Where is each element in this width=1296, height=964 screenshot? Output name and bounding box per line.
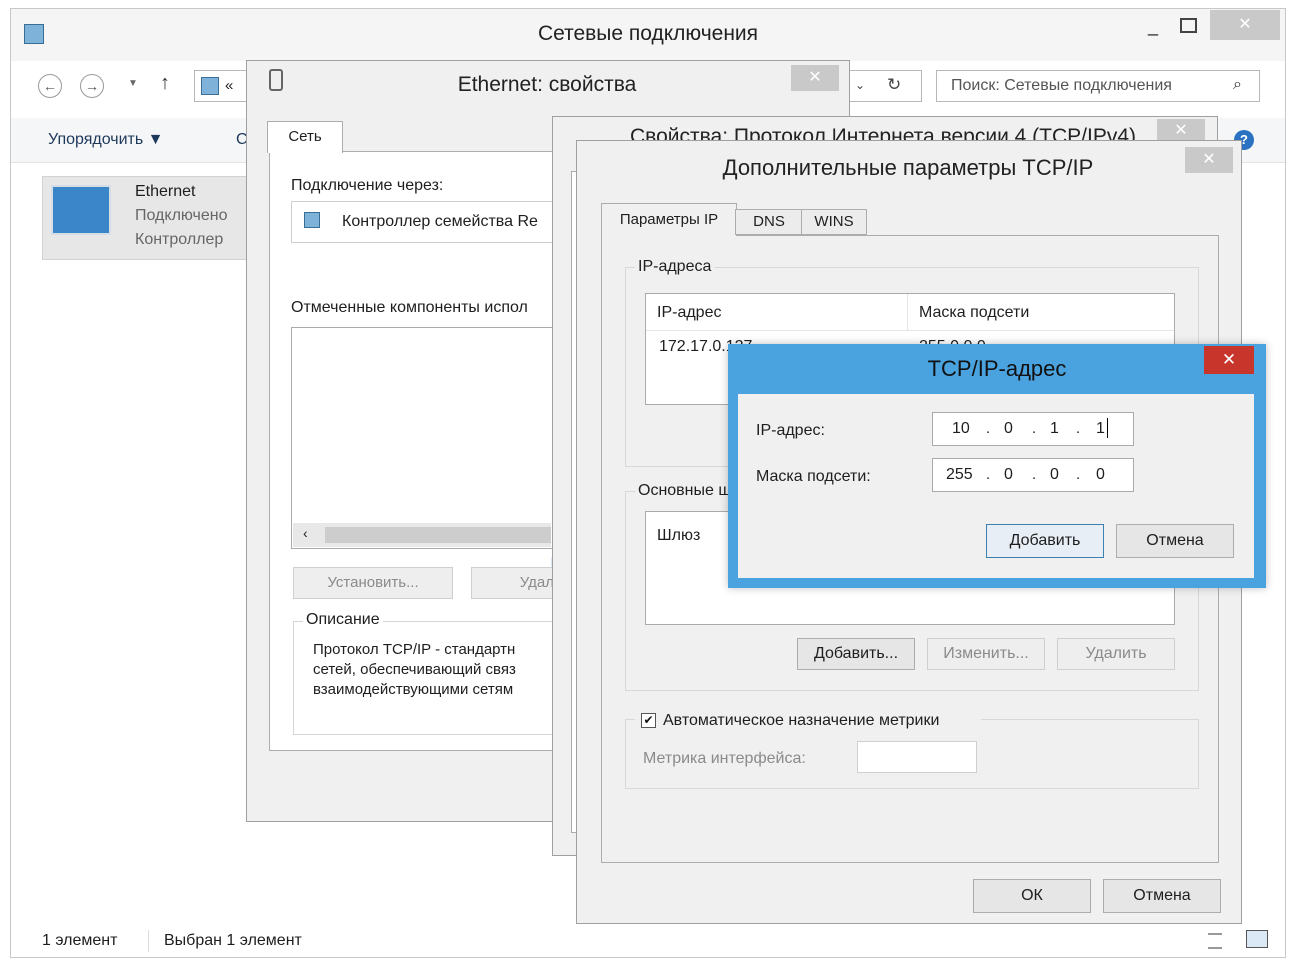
description-line-2: сетей, обеспечивающий связ [313,661,516,678]
description-group [293,621,555,735]
status-selected: Выбран 1 элемент [164,932,302,949]
col-gateway[interactable]: Шлюз [657,527,700,545]
ip-dot-3: . [1076,420,1081,437]
description-line-3: взаимодействующими сетям [313,681,514,698]
tcpip-address-dialog: TCP/IP-адрес ✕ IP-адрес: 10 . 0 . 1 . 1 … [728,344,1266,588]
col-ip-address[interactable]: IP-адрес [657,304,721,322]
metric-input[interactable] [857,741,977,773]
gateway-add-button[interactable]: Добавить... [797,638,915,670]
tcpip-dialog-body: IP-адрес: 10 . 0 . 1 . 1 Маска подсети: … [738,394,1254,578]
back-button[interactable]: ← [38,74,62,98]
ethernet-item[interactable]: Ethernet Подключено Контроллер [42,176,248,260]
description-line-1: Протокол TCP/IP - стандартн [313,641,516,658]
gateway-delete-button[interactable]: Удалить [1057,638,1175,670]
mask-dot-2: . [1032,466,1037,483]
search-input[interactable]: Поиск: Сетевые подключения ⌕ [936,70,1260,102]
ethernet-dialog-title: Ethernet: свойства [457,73,637,96]
breadcrumb-chevrons: « [225,77,234,94]
minimize-button[interactable]: _ [1140,16,1166,38]
description-label: Описание [303,611,383,629]
forward-button[interactable]: → [80,74,104,98]
connect-via-label: Подключение через: [291,177,444,194]
adapter-icon [304,212,320,228]
auto-metric-label: Автоматическое назначение метрики [663,712,940,729]
col-subnet-mask[interactable]: Маска подсети [919,304,1029,322]
ip-dot-1: . [986,420,991,437]
ip-list-header [646,294,1174,331]
text-cursor [1107,418,1108,438]
cancel-button[interactable]: Отмена [1103,879,1221,913]
maximize-button[interactable] [1180,18,1197,33]
ip-dot-2: . [1032,420,1037,437]
status-divider [148,930,149,952]
ip-octet-2[interactable]: 0 [1004,420,1013,438]
mask-octet-2[interactable]: 0 [1004,466,1013,484]
mask-dot-3: . [1076,466,1081,483]
ip-addresses-label: IP-адреса [635,258,715,276]
ip-octet-4[interactable]: 1 [1096,420,1105,438]
adapter-name: Контроллер семейства Re [342,213,538,230]
ethernet-close-button[interactable]: ✕ [791,65,839,91]
status-count: 1 элемент [42,932,118,949]
tcpip-close-button[interactable]: ✕ [1204,346,1254,374]
mask-octets: 255 . 0 . 0 . 0 [932,466,1134,486]
install-button[interactable]: Установить... [293,567,453,599]
tab-dns[interactable]: DNS [735,209,803,235]
tab-wins[interactable]: WINS [801,209,867,235]
tcpip-add-button[interactable]: Добавить [986,524,1104,558]
mask-octet-3[interactable]: 0 [1050,466,1059,484]
advanced-dialog-title: Дополнительные параметры TCP/IP [722,155,1094,180]
tcpip-dialog-title: TCP/IP-адрес [927,356,1067,381]
advanced-close-button[interactable]: ✕ [1185,147,1233,173]
components-list[interactable] [291,327,553,549]
organize-button[interactable]: Упорядочить ▼ [48,131,164,149]
mask-octet-4[interactable]: 0 [1096,466,1105,484]
subnet-mask-label: Маска подсети: [756,468,871,485]
network-folder-icon [201,77,219,95]
ip-octet-3[interactable]: 1 [1050,420,1059,438]
ip-octets: 10 . 0 . 1 . 1 [932,418,1134,440]
ip-address-label: IP-адрес: [756,422,825,439]
tab-network[interactable]: Сеть [267,121,343,153]
components-hscroll[interactable]: ‹ [293,523,551,547]
address-dropdown-icon[interactable]: ⌄ [855,78,865,92]
gateway-edit-button[interactable]: Изменить... [927,638,1045,670]
ip-header-divider [907,294,908,330]
explorer-title: Сетевые подключения [537,22,759,45]
recent-dropdown-icon[interactable]: ▼ [128,78,138,89]
metric-label: Метрика интерфейса: [643,750,806,767]
ethernet-name: Ethernet [135,183,196,200]
address-right: ⌄ ↻ [846,70,922,102]
ok-button[interactable]: ОК [973,879,1091,913]
mask-octet-1[interactable]: 255 [946,466,973,484]
network-adapter-icon [51,185,111,235]
components-label: Отмеченные компоненты испол [291,299,528,316]
ethernet-device: Контроллер [135,231,224,248]
tab-ip-settings[interactable]: Параметры IP [601,203,737,236]
adapter-field: Контроллер семейства Re [291,201,553,243]
large-icons-view-icon[interactable] [1246,930,1268,948]
auto-metric-checkbox[interactable]: ✔ [641,713,656,728]
search-icon: ⌕ [1233,76,1242,93]
remove-button[interactable]: Удал [471,567,555,599]
search-placeholder: Поиск: Сетевые подключения [951,77,1172,94]
scroll-left-arrow[interactable]: ‹ [303,525,308,541]
mask-dot-1: . [986,466,991,483]
refresh-icon[interactable]: ↻ [887,75,901,95]
auto-metric-row[interactable]: ✔ Автоматическое назначение метрики [635,711,981,733]
explorer-close-button[interactable]: ✕ [1210,10,1280,40]
details-view-icon[interactable] [1208,933,1222,949]
up-button[interactable]: ↑ [160,72,170,95]
address-bar[interactable]: « [194,70,250,102]
ethernet-status: Подключено [135,207,228,224]
ip-octet-1[interactable]: 10 [952,420,970,438]
scroll-thumb[interactable] [325,527,551,543]
tcpip-cancel-button[interactable]: Отмена [1116,524,1234,558]
